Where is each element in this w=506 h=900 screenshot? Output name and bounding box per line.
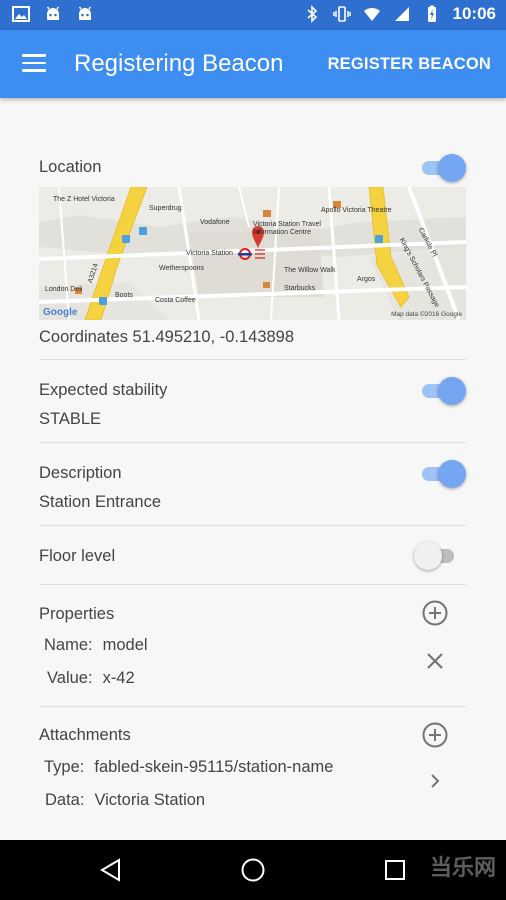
android-notification-icon <box>46 6 60 20</box>
location-map[interactable]: The Z Hotel Victoria Superdrug Vodafone … <box>39 187 466 320</box>
description-label: Description <box>39 464 122 482</box>
floor-level-switch[interactable] <box>414 542 458 570</box>
map-label-z-hotel: The Z Hotel Victoria <box>53 196 115 203</box>
add-property-icon[interactable] <box>420 598 450 628</box>
property-name-value: model <box>102 636 148 654</box>
navigation-bar: 当乐网 <box>0 840 506 900</box>
description-switch[interactable] <box>420 460 466 488</box>
recents-icon[interactable] <box>384 859 406 881</box>
location-label: Location <box>39 158 102 176</box>
home-icon[interactable] <box>240 857 266 883</box>
register-beacon-button[interactable]: REGISTER BEACON <box>328 55 491 74</box>
description-value: Station Entrance <box>39 493 161 511</box>
map-label-vodafone: Vodafone <box>200 219 230 226</box>
divider <box>39 525 466 526</box>
remove-property-icon[interactable] <box>420 646 450 676</box>
map-label-costa: Costa Coffee <box>155 297 196 304</box>
status-bar: 10:06 <box>0 0 506 30</box>
registration-form: Location The Z Hotel Victoria Superdrug … <box>0 98 506 840</box>
map-label-wetherspoons: Wetherspoons <box>159 265 205 272</box>
properties-label: Properties <box>39 605 115 623</box>
map-label-starbucks: Starbucks <box>284 285 316 292</box>
status-time: 10:06 <box>452 4 496 23</box>
attachment-type-row: Type: fabled-skein-95115/station-name <box>44 758 333 777</box>
property-value-row: Value: x-42 <box>47 669 135 688</box>
battery-charging-icon <box>427 5 436 22</box>
attachment-data-row: Data: Victoria Station <box>45 791 205 810</box>
page-title: Registering Beacon <box>74 50 284 77</box>
watermark-logo: 当乐网 <box>429 855 496 880</box>
divider <box>39 359 466 360</box>
bluetooth-icon <box>306 5 317 23</box>
floor-level-label: Floor level <box>39 547 116 565</box>
stability-label: Expected stability <box>39 381 168 399</box>
vibrate-icon <box>332 6 351 22</box>
map-label-apollo: Apollo Victoria Theatre <box>321 207 392 214</box>
chevron-right-icon[interactable] <box>420 766 450 796</box>
map-label-info-centre: Information Centre <box>253 229 311 236</box>
property-name-key: Name: <box>44 636 93 654</box>
wifi-icon <box>363 7 380 21</box>
map-label-victoria-station: Victoria Station <box>186 250 233 257</box>
add-attachment-icon[interactable] <box>420 720 450 750</box>
property-value-value: x-42 <box>102 669 135 687</box>
coordinates-text: Coordinates 51.495210, -0.143898 <box>39 328 295 346</box>
map-graphic <box>39 187 466 320</box>
map-label-boots: Boots <box>115 292 133 299</box>
map-label-london-deli: London Deli <box>45 286 83 293</box>
map-label-willow-walk: The Willow Walk <box>284 267 336 274</box>
app-bar: Registering Beacon REGISTER BEACON <box>0 30 506 98</box>
image-notification-icon <box>12 6 30 22</box>
attachments-label: Attachments <box>39 726 131 744</box>
back-icon[interactable] <box>99 858 123 882</box>
android-notification-icon-2 <box>78 6 92 20</box>
divider <box>39 706 466 707</box>
location-switch[interactable] <box>420 154 466 182</box>
google-logo: Google <box>43 307 78 318</box>
divider <box>39 442 466 443</box>
property-value-key: Value: <box>47 669 93 687</box>
map-label-superdrug: Superdrug <box>149 205 182 212</box>
attachment-type-key: Type: <box>44 758 85 776</box>
attachment-data-key: Data: <box>45 791 85 809</box>
stability-value: STABLE <box>39 410 102 428</box>
divider <box>39 584 466 585</box>
attachment-data-value: Victoria Station <box>94 791 206 809</box>
menu-icon[interactable] <box>22 54 46 72</box>
attachment-type-value: fabled-skein-95115/station-name <box>94 758 334 776</box>
map-label-argos: Argos <box>357 276 376 283</box>
stability-switch[interactable] <box>420 377 466 405</box>
map-attribution: Map data ©2016 Google <box>391 311 462 318</box>
map-label-travel-centre: Victoria Station Travel <box>253 221 321 228</box>
property-name-row: Name: model <box>44 636 148 655</box>
signal-icon <box>394 7 409 21</box>
